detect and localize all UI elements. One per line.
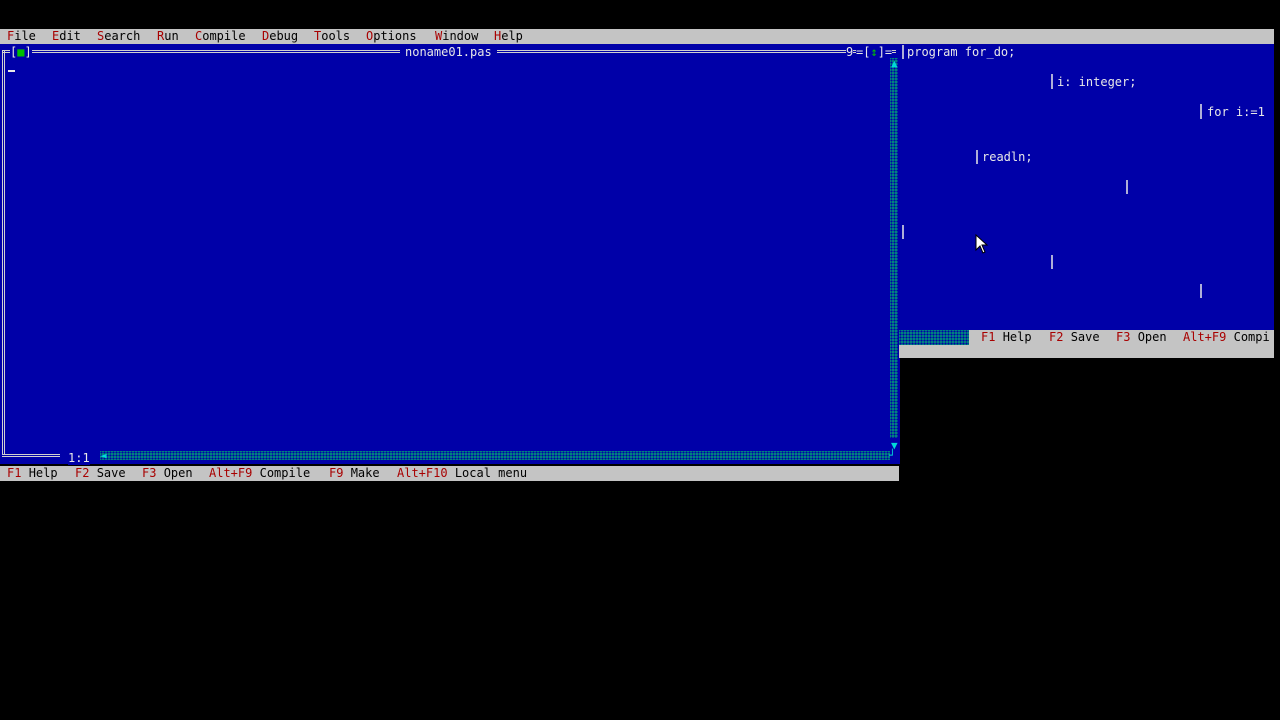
status-bar: F1 Help F2 Save F3 Open Alt+F9 Compile F… bbox=[0, 466, 899, 481]
ghost-bar bbox=[902, 225, 904, 239]
menu-help[interactable]: Help bbox=[494, 29, 523, 44]
status-local-menu[interactable]: Alt+F10 Local menu bbox=[397, 466, 527, 481]
status-help[interactable]: F1 Help bbox=[7, 466, 58, 481]
ghost-bar bbox=[1200, 104, 1202, 119]
ghost-status-help: F1 Help bbox=[981, 330, 1032, 344]
ghost-editor-panel: program for_do; i: integer; for i:=1 rea… bbox=[899, 44, 1274, 330]
status-make[interactable]: F9 Make bbox=[329, 466, 380, 481]
menu-tools[interactable]: Tools bbox=[314, 29, 350, 44]
resize-corner-icon[interactable]: ┘ bbox=[889, 450, 896, 461]
status-save[interactable]: F2 Save bbox=[75, 466, 126, 481]
ghost-bar bbox=[1051, 255, 1053, 269]
vertical-scrollbar[interactable] bbox=[890, 58, 898, 438]
horizontal-scrollbar[interactable] bbox=[100, 451, 890, 460]
status-compile[interactable]: Alt+F9 Compile bbox=[209, 466, 310, 481]
editor-title: noname01.pas bbox=[400, 45, 497, 59]
code-line: i: integer; bbox=[1057, 75, 1137, 89]
menu-run[interactable]: Run bbox=[157, 29, 179, 44]
menu-file[interactable]: File bbox=[7, 29, 36, 44]
ghost-status-compile: Alt+F9 Compi bbox=[1183, 330, 1270, 344]
window-number: 9 bbox=[846, 45, 854, 59]
editor-left-frame bbox=[2, 50, 5, 454]
ghost-bar bbox=[1051, 74, 1053, 89]
zoom-box[interactable]: =[↕]= bbox=[856, 45, 893, 59]
code-line: for i:=1 bbox=[1207, 105, 1265, 119]
ghost-bar bbox=[976, 150, 978, 164]
editor-bottom-frame bbox=[2, 454, 60, 457]
ghost-bar bbox=[902, 45, 904, 59]
code-line: readln; bbox=[982, 150, 1033, 164]
menu-search[interactable]: Search bbox=[97, 29, 140, 44]
menu-compile[interactable]: Compile bbox=[195, 29, 246, 44]
cursor-position: 1:1 bbox=[68, 451, 90, 465]
ghost-status-bar: F1 Help F2 Save F3 Open Alt+F9 Compi bbox=[969, 330, 1274, 345]
ghost-bar bbox=[1200, 284, 1202, 298]
menu-debug[interactable]: Debug bbox=[262, 29, 298, 44]
ghost-status-save: F2 Save bbox=[1049, 330, 1100, 344]
ghost-scrollbar bbox=[899, 330, 969, 345]
mouse-pointer-icon bbox=[975, 234, 989, 254]
text-cursor bbox=[8, 70, 15, 72]
status-open[interactable]: F3 Open bbox=[142, 466, 193, 481]
menu-bar: File Edit Search Run Compile Debug Tools… bbox=[0, 29, 1274, 44]
close-box[interactable]: [■] bbox=[10, 45, 32, 59]
ghost-bar bbox=[1126, 180, 1128, 194]
code-line: program for_do; bbox=[907, 45, 1016, 59]
ghost-strip bbox=[899, 345, 1274, 358]
scroll-up-arrow-icon[interactable]: ▲ bbox=[891, 58, 898, 69]
menu-options[interactable]: Options bbox=[366, 29, 417, 44]
menu-edit[interactable]: Edit bbox=[52, 29, 81, 44]
ghost-status-open: F3 Open bbox=[1116, 330, 1167, 344]
menu-window[interactable]: Window bbox=[435, 29, 478, 44]
scroll-left-arrow-icon[interactable]: ◄ bbox=[100, 450, 107, 461]
editor-window[interactable]: [■] noname01.pas 9 =[↕]= 1:1 bbox=[0, 44, 900, 465]
